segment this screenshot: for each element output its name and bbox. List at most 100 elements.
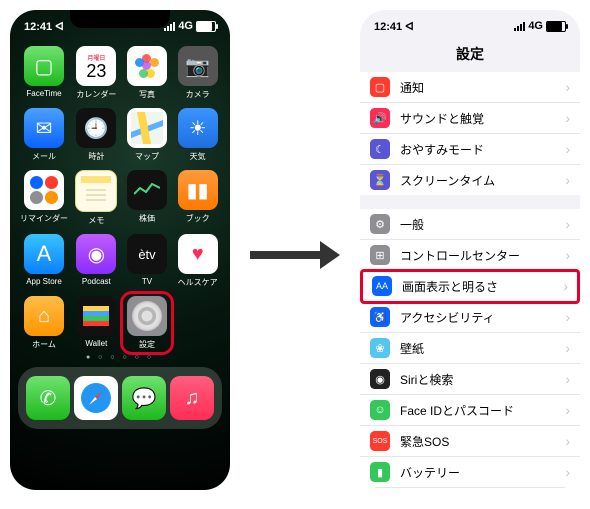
network-label: 4G — [178, 20, 193, 32]
faceid-icon: ☺ — [370, 400, 390, 420]
settings-group-2: ⚙一般› ⊞コントロールセンター› AA画面表示と明るさ› ♿アクセシビリティ›… — [360, 209, 580, 490]
gear-icon: ⚙ — [370, 214, 390, 234]
app-stocks[interactable]: 株価 — [125, 170, 170, 226]
sos-icon: SOS — [370, 431, 390, 451]
facetime-icon: ▢ — [24, 46, 64, 86]
chevron-right-icon: › — [565, 110, 570, 126]
row-siri[interactable]: ◉Siriと検索› — [360, 364, 580, 395]
chevron-right-icon: › — [565, 247, 570, 263]
row-dnd[interactable]: ☾おやすみモード› — [360, 134, 580, 165]
notes-icon — [75, 170, 117, 212]
app-photos[interactable]: 写真 — [125, 46, 170, 100]
app-reminders[interactable]: リマインダー — [20, 170, 68, 226]
wallet-icon — [76, 296, 116, 336]
settings-group-1: ▢通知› 🔊サウンドと触覚› ☾おやすみモード› ⏳スクリーンタイム› — [360, 72, 580, 195]
dock-music[interactable]: ♫ — [170, 376, 214, 420]
notch — [420, 10, 520, 28]
row-battery[interactable]: ▮バッテリー› — [360, 457, 580, 488]
page-dots[interactable]: ● ○ ○ ○ ○ ○ — [10, 354, 230, 361]
row-sos[interactable]: SOS緊急SOS› — [360, 426, 580, 457]
row-wallpaper[interactable]: ❀壁紙› — [360, 333, 580, 364]
siri-icon: ◉ — [370, 369, 390, 389]
row-privacy[interactable]: ✋プライバシー› — [360, 488, 580, 490]
app-grid: ▢FaceTime 月曜日23カレンダー 写真 📷カメラ ✉メール 🕘時計 マッ… — [10, 38, 230, 350]
weather-icon: ☀ — [178, 108, 218, 148]
books-icon: ▮▮ — [178, 170, 218, 210]
photos-icon — [127, 46, 167, 86]
clock-icon: 🕘 — [76, 108, 116, 148]
row-notifications[interactable]: ▢通知› — [360, 72, 580, 103]
row-control-center[interactable]: ⊞コントロールセンター› — [360, 240, 580, 271]
row-screentime[interactable]: ⏳スクリーンタイム› — [360, 165, 580, 195]
mail-icon: ✉ — [24, 108, 64, 148]
app-camera[interactable]: 📷カメラ — [175, 46, 220, 100]
chevron-right-icon: › — [563, 278, 568, 294]
app-weather[interactable]: ☀天気 — [175, 108, 220, 162]
app-appstore[interactable]: AApp Store — [20, 234, 68, 288]
sound-icon: 🔊 — [370, 108, 390, 128]
dock-messages[interactable]: 💬 — [122, 376, 166, 420]
chevron-right-icon: › — [565, 141, 570, 157]
app-clock[interactable]: 🕘時計 — [74, 108, 119, 162]
app-facetime[interactable]: ▢FaceTime — [20, 46, 68, 100]
battery-icon — [196, 21, 216, 32]
app-home[interactable]: ⌂ホーム — [20, 296, 68, 350]
status-time: 12:41 — [374, 21, 402, 33]
settings-list[interactable]: ▢通知› 🔊サウンドと触覚› ☾おやすみモード› ⏳スクリーンタイム› ⚙一般›… — [360, 72, 580, 490]
settings-icon — [127, 296, 167, 336]
row-sounds[interactable]: 🔊サウンドと触覚› — [360, 103, 580, 134]
page-title: 設定 — [360, 38, 580, 72]
status-time: 12:41 — [24, 21, 52, 33]
camera-icon: 📷 — [178, 46, 218, 86]
moon-icon: ☾ — [370, 139, 390, 159]
chevron-right-icon: › — [565, 172, 570, 188]
row-general[interactable]: ⚙一般› — [360, 209, 580, 240]
flower-icon: ❀ — [370, 338, 390, 358]
empty-slot — [175, 296, 220, 350]
app-settings-highlighted[interactable]: 設定 — [120, 291, 175, 355]
chevron-right-icon: › — [565, 402, 570, 418]
accessibility-icon: ♿ — [370, 307, 390, 327]
health-icon: ♥ — [178, 234, 218, 274]
app-tv[interactable]: ètvTV — [125, 234, 170, 288]
battery-icon — [546, 21, 566, 32]
app-calendar[interactable]: 月曜日23カレンダー — [74, 46, 119, 100]
chevron-right-icon: › — [565, 464, 570, 480]
notch — [70, 10, 170, 28]
text-size-icon: AA — [372, 276, 392, 296]
calendar-icon: 月曜日23 — [76, 46, 116, 86]
app-maps[interactable]: マップ — [125, 108, 170, 162]
network-label: 4G — [528, 20, 543, 32]
appstore-icon: A — [24, 234, 64, 274]
maps-icon — [127, 108, 167, 148]
chevron-right-icon: › — [565, 79, 570, 95]
notification-icon: ▢ — [370, 77, 390, 97]
app-wallet[interactable]: Wallet — [74, 296, 119, 350]
row-display-brightness-highlighted[interactable]: AA画面表示と明るさ› — [362, 271, 578, 302]
chevron-right-icon: › — [565, 309, 570, 325]
row-accessibility[interactable]: ♿アクセシビリティ› — [360, 302, 580, 333]
switches-icon: ⊞ — [370, 245, 390, 265]
stocks-icon — [127, 170, 167, 210]
dock-safari[interactable] — [74, 376, 118, 420]
app-podcast[interactable]: ◉Podcast — [74, 234, 119, 288]
settings-screen: 12:41 ᐊ 4G 設定 ▢通知› 🔊サウンドと触覚› ☾おやすみモード› ⏳… — [360, 10, 580, 490]
chevron-right-icon: › — [565, 216, 570, 232]
arrow-icon — [250, 241, 340, 269]
tv-icon: ètv — [127, 234, 167, 274]
app-mail[interactable]: ✉メール — [20, 108, 68, 162]
podcast-icon: ◉ — [76, 234, 116, 274]
dock-phone[interactable]: ✆ — [26, 376, 70, 420]
battery-row-icon: ▮ — [370, 462, 390, 482]
app-notes[interactable]: メモ — [74, 170, 119, 226]
home-icon: ⌂ — [24, 296, 64, 336]
dock: ✆ 💬 ♫ — [18, 367, 222, 429]
row-faceid[interactable]: ☺Face IDとパスコード› — [360, 395, 580, 426]
chevron-right-icon: › — [565, 340, 570, 356]
app-health[interactable]: ♥ヘルスケア — [175, 234, 220, 288]
app-books[interactable]: ▮▮ブック — [175, 170, 220, 226]
chevron-right-icon: › — [565, 433, 570, 449]
home-screen: 12:41 ᐊ 4G ▢FaceTime 月曜日23カレンダー 写真 📷カメラ … — [10, 10, 230, 490]
hourglass-icon: ⏳ — [370, 170, 390, 190]
chevron-right-icon: › — [565, 371, 570, 387]
